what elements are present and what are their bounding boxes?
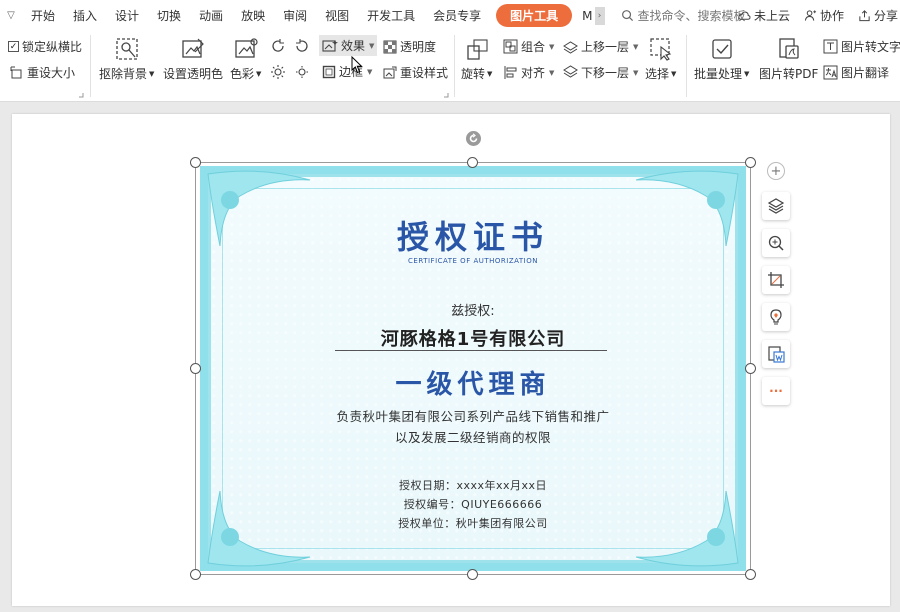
- checkbox-checked-icon: ✓: [8, 41, 19, 52]
- brightness-down-icon[interactable]: [294, 64, 310, 80]
- bring-forward-icon: [563, 41, 578, 54]
- ribbon-separator: [90, 35, 91, 97]
- rotate-handle[interactable]: [466, 131, 481, 146]
- resize-handle-bottom[interactable]: [467, 569, 478, 580]
- ribbon-picture-tools: ✓ 锁定纵横比 重设大小 抠除背景 ▼ 设置透明色 色彩 ▼ 效果 ▼ 边框 ▼…: [0, 31, 900, 102]
- effects-button[interactable]: 效果 ▼: [319, 35, 378, 56]
- collaborate-button[interactable]: 协作: [804, 7, 844, 24]
- floating-toolbar: + ···: [762, 162, 790, 405]
- menu-collapse-icon[interactable]: ▽: [0, 10, 22, 21]
- transparency-button[interactable]: 透明度: [383, 38, 436, 55]
- rotate-handle-icon: [469, 133, 478, 143]
- border-icon: [322, 65, 336, 78]
- set-transparent-color-button[interactable]: 设置透明色: [163, 36, 223, 82]
- batch-process-icon: [708, 36, 736, 62]
- menu-review[interactable]: 审阅: [274, 7, 316, 24]
- cloud-status-button[interactable]: 未上云: [738, 7, 790, 24]
- border-button[interactable]: 边框 ▼: [322, 63, 372, 80]
- resize-handle-bottom-right[interactable]: [745, 569, 756, 580]
- send-backward-button[interactable]: 下移一层 ▼: [563, 64, 638, 81]
- collaborate-icon: [804, 10, 817, 21]
- reset-style-icon: [383, 66, 397, 78]
- pic-to-word-button[interactable]: [762, 340, 790, 368]
- menu-bar: ▽ 开始 插入 设计 切换 动画 放映 审阅 视图 开发工具 会员专享 图片工具…: [0, 0, 900, 31]
- menu-right-group: 未上云 协作 分享: [738, 0, 900, 31]
- ribbon-separator: [686, 35, 687, 97]
- layers-icon: [767, 198, 785, 214]
- ribbon-separator: [454, 35, 455, 97]
- menu-design[interactable]: 设计: [106, 7, 148, 24]
- select-button[interactable]: 选择 ▼: [645, 36, 676, 82]
- add-icon[interactable]: +: [767, 162, 785, 180]
- resize-handle-top[interactable]: [467, 157, 478, 168]
- crop-icon: [768, 272, 784, 288]
- menu-member[interactable]: 会员专享: [424, 7, 490, 24]
- group-launcher-icon[interactable]: [444, 93, 449, 98]
- tab-picture-tools[interactable]: 图片工具: [496, 4, 573, 27]
- send-backward-icon: [563, 65, 578, 78]
- zoom-in-icon: [768, 235, 784, 251]
- resize-handle-top-left[interactable]: [190, 157, 201, 168]
- menu-view[interactable]: 视图: [316, 7, 358, 24]
- lock-ratio-checkbox[interactable]: ✓ 锁定纵横比: [8, 38, 82, 55]
- selection-frame: [195, 162, 751, 575]
- align-icon: [504, 66, 517, 79]
- remove-background-icon: [113, 36, 141, 62]
- pic-translate-icon: [823, 65, 838, 80]
- resize-handle-top-right[interactable]: [745, 157, 756, 168]
- crop-button[interactable]: [762, 266, 790, 294]
- cloud-icon: [738, 11, 751, 20]
- contrast-down-icon[interactable]: [294, 38, 310, 54]
- menu-home[interactable]: 开始: [22, 7, 64, 24]
- menu-more-icon[interactable]: ›: [594, 6, 605, 25]
- contrast-up-icon[interactable]: [270, 38, 286, 54]
- pic-to-text-icon: [823, 39, 838, 54]
- pic-translate-button[interactable]: 图片翻译: [823, 64, 889, 81]
- bulb-icon: [770, 309, 782, 325]
- transparent-color-icon: [179, 36, 207, 62]
- group-launcher-icon[interactable]: [79, 93, 84, 98]
- reset-size-button[interactable]: 重设大小: [10, 64, 75, 81]
- remove-background-button[interactable]: 抠除背景 ▼: [99, 36, 154, 82]
- share-icon: [859, 10, 870, 22]
- menu-developer[interactable]: 开发工具: [358, 7, 424, 24]
- resize-handle-bottom-left[interactable]: [190, 569, 201, 580]
- pdf-icon: [775, 36, 803, 62]
- group-button[interactable]: 组合 ▼: [503, 38, 554, 55]
- share-button[interactable]: 分享: [858, 7, 898, 24]
- group-icon: [503, 39, 518, 54]
- reset-size-icon: [10, 66, 22, 78]
- zoom-button[interactable]: [762, 229, 790, 257]
- layers-button[interactable]: [762, 192, 790, 220]
- brightness-up-icon[interactable]: [270, 64, 286, 80]
- align-button[interactable]: 对齐 ▼: [503, 64, 554, 81]
- menu-truncated[interactable]: M: [578, 9, 594, 23]
- resize-handle-right[interactable]: [745, 363, 756, 374]
- pic-to-pdf-button[interactable]: 图片转PDF: [759, 36, 818, 82]
- mouse-cursor-icon: [351, 56, 363, 74]
- command-search[interactable]: 查找命令、搜索模板: [621, 7, 746, 24]
- resize-handle-left[interactable]: [190, 363, 201, 374]
- rotate-button[interactable]: 旋转 ▼: [461, 36, 492, 82]
- transparency-icon: [383, 40, 397, 53]
- bring-forward-button[interactable]: 上移一层 ▼: [563, 38, 638, 55]
- word-icon: [768, 346, 785, 363]
- search-placeholder: 查找命令、搜索模板: [637, 9, 746, 23]
- menu-slideshow[interactable]: 放映: [232, 7, 274, 24]
- batch-process-button[interactable]: 批量处理 ▼: [694, 36, 749, 82]
- menu-transition[interactable]: 切换: [148, 7, 190, 24]
- effects-icon: [322, 39, 338, 52]
- color-icon: [232, 36, 260, 62]
- rotate-icon: [463, 36, 491, 62]
- menu-animation[interactable]: 动画: [190, 7, 232, 24]
- reset-style-button[interactable]: 重设样式: [383, 64, 448, 81]
- smart-beautify-button[interactable]: [762, 303, 790, 331]
- select-icon: [647, 36, 675, 62]
- search-icon: [621, 10, 633, 22]
- pic-to-text-button[interactable]: 图片转文字: [823, 38, 900, 55]
- more-button[interactable]: ···: [762, 377, 790, 405]
- color-button[interactable]: 色彩 ▼: [230, 36, 261, 82]
- menu-insert[interactable]: 插入: [64, 7, 106, 24]
